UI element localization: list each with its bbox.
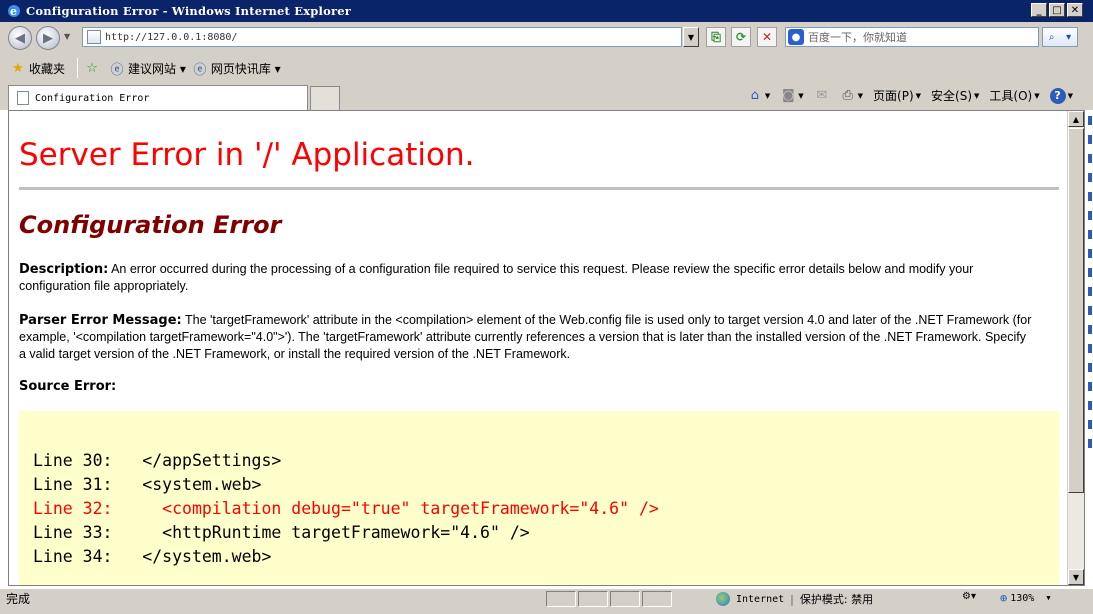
feeds-button[interactable]: ◙ ▼ xyxy=(780,88,804,104)
close-button[interactable]: ✕ xyxy=(1067,3,1083,17)
minimize-button[interactable]: _ xyxy=(1031,3,1047,17)
divider xyxy=(19,187,1059,190)
error-heading: Configuration Error xyxy=(19,211,282,239)
window-bottom-border xyxy=(0,608,1093,614)
status-pane xyxy=(578,590,608,607)
background-window-edge xyxy=(1086,110,1093,586)
home-button[interactable]: ⌂ ▼ xyxy=(747,88,771,104)
tab-label: Configuration Error xyxy=(35,92,150,104)
zoom-icon: ⊕ xyxy=(1000,591,1008,605)
tools-menu[interactable]: 工具(O) ▼ xyxy=(989,87,1039,104)
tools-menu-label: 工具(O) xyxy=(989,89,1033,103)
rss-feed-icon: ◙ xyxy=(781,88,795,103)
window-title: Configuration Error - Windows Internet E… xyxy=(26,4,352,18)
description-paragraph: Description: An error occurred during th… xyxy=(19,261,1034,295)
scrollbar-thumb[interactable] xyxy=(1068,128,1084,493)
safety-menu-label: 安全(S) xyxy=(931,89,973,103)
baidu-paw-icon: ● xyxy=(788,29,804,45)
scroll-down-button[interactable]: ▼ xyxy=(1068,569,1084,585)
add-favorite-icon: ☆ xyxy=(86,60,98,76)
help-menu[interactable]: ? ▼ xyxy=(1049,87,1073,104)
stop-icon[interactable]: ✕ xyxy=(757,27,777,47)
parser-error-paragraph: Parser Error Message: The 'targetFramewo… xyxy=(19,312,1034,363)
status-bar: 完成 Internet | 保护模式: 禁用 ⚙▾ ⊕ 130% ▼ xyxy=(0,588,1093,608)
globe-icon xyxy=(716,592,730,606)
tab-bar: Configuration Error ⌂ ▼ ◙ ▼ ✉ ⎙ ▼ 页面(P) ▼ 安全… xyxy=(0,82,1093,110)
code-line: Line 34: </system.web> xyxy=(33,547,272,566)
zoom-level: 130% xyxy=(1010,592,1035,604)
suggested-sites-label: 建议网站 ▾ xyxy=(128,61,186,76)
page-viewport: Server Error in '/' Application. Configu… xyxy=(8,110,1085,586)
search-button[interactable]: ⌕ ▾ xyxy=(1042,27,1078,47)
navigation-bar: ◀ ▶ ▼ http://127.0.0.1:8080/ ▼ ⎘ ⟳ ✕ ● 百… xyxy=(0,22,1093,54)
search-icon: ⌕ xyxy=(1048,31,1055,43)
search-placeholder[interactable]: 百度一下，你就知道 xyxy=(808,29,907,45)
source-code-block: Line 30: </appSettings> Line 31: <system… xyxy=(19,411,1059,585)
home-icon: ⌂ xyxy=(750,88,759,103)
address-dropdown-button[interactable]: ▼ xyxy=(683,27,699,47)
address-bar[interactable]: http://127.0.0.1:8080/ xyxy=(82,27,682,47)
ie-page-icon: ⓔ xyxy=(193,62,207,78)
web-slice-gallery-link[interactable]: ⓔ 网页快讯库 ▾ xyxy=(192,60,281,78)
web-slice-gallery-label: 网页快讯库 ▾ xyxy=(210,61,281,76)
help-icon: ? xyxy=(1049,87,1066,104)
favorites-bar: ★ 收藏夹 ☆ ⓔ 建议网站 ▾ ⓔ 网页快讯库 ▾ xyxy=(0,54,1093,82)
mail-icon: ✉ xyxy=(816,88,828,103)
settings-icon: ⚙▾ xyxy=(962,591,976,602)
search-options-dropdown-icon[interactable]: ▾ xyxy=(1066,32,1071,43)
maximize-button[interactable]: □ xyxy=(1049,3,1065,17)
print-button[interactable]: ⎙ ▼ xyxy=(840,88,863,104)
zoom-dropdown-icon[interactable]: ▼ xyxy=(1046,594,1050,602)
parser-error-label: Parser Error Message: xyxy=(19,313,182,328)
address-url[interactable]: http://127.0.0.1:8080/ xyxy=(105,32,237,43)
read-mail-button[interactable]: ✉ xyxy=(814,88,830,104)
scroll-up-button[interactable]: ▲ xyxy=(1068,111,1084,127)
safety-menu[interactable]: 安全(S) ▼ xyxy=(931,87,979,104)
pop-up-blocker-button[interactable]: ⚙▾ xyxy=(962,591,976,602)
vertical-scrollbar[interactable]: ▲ ▼ xyxy=(1067,111,1084,585)
status-pane xyxy=(610,590,640,607)
zoom-control[interactable]: ⊕ 130% ▼ xyxy=(1000,591,1051,605)
tab-configuration-error[interactable]: Configuration Error xyxy=(8,85,308,110)
favorites-label: 收藏夹 xyxy=(29,61,66,76)
status-pane xyxy=(546,590,576,607)
new-tab-button[interactable] xyxy=(310,86,340,110)
recent-pages-dropdown-icon[interactable]: ▼ xyxy=(64,32,70,41)
command-bar: ⌂ ▼ ◙ ▼ ✉ ⎙ ▼ 页面(P) ▼ 安全(S) ▼ 工具(O) ▼ ? ▼ xyxy=(741,87,1073,104)
description-label: Description: xyxy=(19,262,109,277)
page-menu-label: 页面(P) xyxy=(873,89,914,103)
page-icon xyxy=(87,30,101,44)
code-line: Line 33: <httpRuntime targetFramework="4… xyxy=(33,523,530,542)
favorites-star-icon: ★ xyxy=(12,60,24,76)
forward-button[interactable]: ▶ xyxy=(36,26,60,50)
status-text: 完成 xyxy=(6,592,31,606)
compatibility-view-icon[interactable]: ⎘ xyxy=(706,27,726,47)
window-title-bar[interactable]: e Configuration Error - Windows Internet… xyxy=(0,0,1093,22)
svg-text:e: e xyxy=(10,5,17,18)
code-line: Line 30: </appSettings> xyxy=(33,451,282,470)
suggested-sites-link[interactable]: ⓔ 建议网站 ▾ xyxy=(109,60,186,78)
page-menu[interactable]: 页面(P) ▼ xyxy=(873,87,921,104)
zone-label: Internet xyxy=(736,593,785,605)
refresh-icon[interactable]: ⟳ xyxy=(731,27,751,47)
printer-icon: ⎙ xyxy=(842,88,853,103)
internet-explorer-icon: e xyxy=(8,5,20,18)
page-content: Server Error in '/' Application. Configu… xyxy=(19,111,1059,585)
ie-page-icon: ⓔ xyxy=(110,62,124,78)
code-line: Line 31: <system.web> xyxy=(33,475,262,494)
status-pane xyxy=(642,590,672,607)
page-title: Server Error in '/' Application. xyxy=(19,137,475,173)
add-to-favorites-bar-button[interactable]: ☆ xyxy=(84,60,103,76)
source-error-label: Source Error: xyxy=(19,379,117,394)
code-line-error: Line 32: <compilation debug="true" targe… xyxy=(33,499,659,518)
back-button[interactable]: ◀ xyxy=(8,26,32,50)
protected-mode-label: 保护模式: 禁用 xyxy=(799,593,874,606)
separator xyxy=(77,58,79,78)
description-text: An error occurred during the processing … xyxy=(19,262,974,293)
page-icon xyxy=(17,91,29,105)
favorites-button[interactable]: ★ 收藏夹 xyxy=(10,60,65,77)
security-zone[interactable]: Internet | 保护模式: 禁用 xyxy=(716,591,873,607)
search-box[interactable]: ● 百度一下，你就知道 xyxy=(785,27,1039,47)
